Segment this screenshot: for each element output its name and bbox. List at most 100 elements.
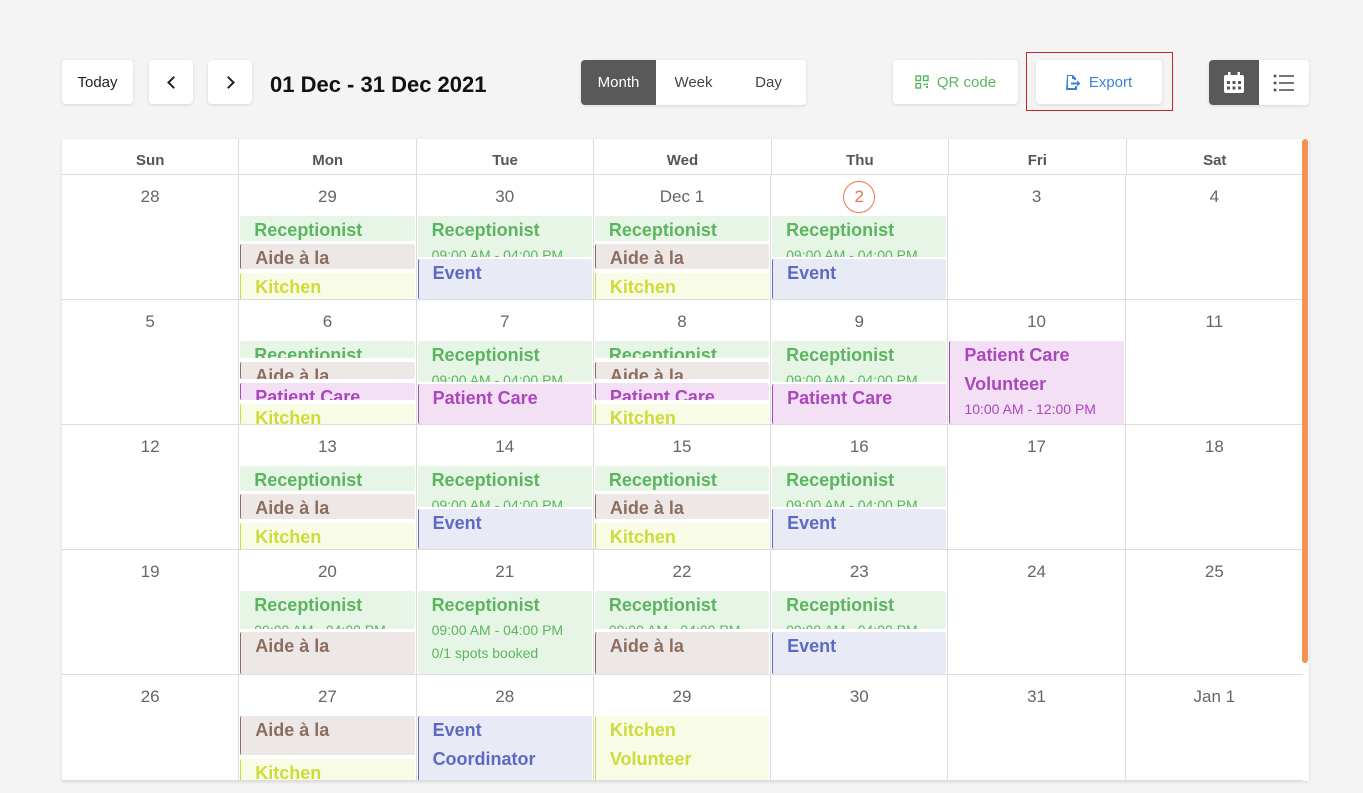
calendar-event[interactable]: Patient Care Volunteer 10:00 AM - 12:00 PM (949, 341, 1124, 424)
day-cell[interactable]: 6 Receptionist Aide à la Patient Care Kitche… (239, 300, 417, 425)
export-button[interactable]: Export (1036, 60, 1162, 104)
day-cell[interactable]: Jan 1 (1125, 675, 1303, 781)
calendar-event[interactable]: Patient Care (594, 383, 770, 400)
day-cell[interactable]: 23 Receptionist 09:00 AM - 04:00 PM Event (771, 550, 949, 675)
calendar-event[interactable]: Aide à la (594, 244, 770, 269)
day-cell[interactable]: 30 (771, 675, 949, 781)
calendar-event[interactable]: Kitchen (240, 523, 415, 549)
day-cell[interactable]: 30 Receptionist 09:00 AM - 04:00 PM Event (416, 175, 594, 300)
qr-code-icon (915, 75, 929, 89)
calendar-event[interactable]: Receptionist (594, 216, 770, 241)
calendar-event[interactable]: Receptionist 09:00 AM - 04:00 PM (417, 341, 592, 382)
calendar-event[interactable]: Event (772, 509, 947, 549)
day-cell[interactable]: 22 Receptionist 09:00 AM - 04:00 PM Aide à … (593, 550, 772, 675)
day-cell[interactable]: 29 Kitchen Volunteer (593, 675, 772, 781)
day-cell[interactable]: 19 (62, 550, 240, 675)
calendar-event[interactable]: Patient Care (240, 383, 415, 400)
calendar-event[interactable]: Receptionist (240, 466, 415, 491)
calendar-event[interactable]: Event (772, 632, 947, 674)
calendar-event[interactable]: Aide à la... (240, 716, 415, 755)
week-view-button[interactable]: Week (656, 60, 731, 105)
event-title-line2: Coordinator (432, 749, 536, 769)
calendar-event[interactable]: Receptionist 09:00 AM - 04:00 PM (240, 591, 415, 629)
day-cell[interactable]: 5 (62, 300, 240, 425)
day-cell[interactable]: 17 (948, 425, 1126, 550)
calendar-event[interactable]: Receptionist 09:00 AM - 04:00 PM (772, 591, 947, 629)
calendar-event[interactable]: Aide à la (240, 362, 415, 379)
day-cell[interactable]: 16 Receptionist 09:00 AM - 04:00 PM Event (771, 425, 949, 550)
calendar-event[interactable]: Receptionist 09:00 AM - 04:00 PM 0/1 spots… (417, 591, 592, 674)
day-cell[interactable]: 28 (62, 175, 240, 300)
day-cell[interactable]: 25 (1125, 550, 1303, 675)
calendar-event[interactable]: Receptionist 09:00 AM - 04:00 PM (417, 466, 592, 507)
qr-code-button[interactable]: QR code (893, 60, 1018, 104)
calendar-event[interactable]: Kitchen (240, 273, 415, 299)
day-view-button[interactable]: Day (731, 60, 806, 105)
day-cell[interactable]: 20 Receptionist 09:00 AM - 04:00 PM Aide à … (239, 550, 417, 675)
calendar-event[interactable]: Receptionist 09:00 AM - 04:00 PM (772, 341, 947, 382)
day-cell[interactable]: 13 Receptionist Aide à la Kitchen (239, 425, 417, 550)
calendar-event[interactable]: Aide à la (240, 494, 415, 519)
day-cell[interactable]: 14 Receptionist 09:00 AM - 04:00 PM Event (416, 425, 594, 550)
day-cell[interactable]: 7 Receptionist 09:00 AM - 04:00 PM Patient … (416, 300, 594, 425)
month-view-button[interactable]: Month (581, 60, 656, 105)
day-cell[interactable]: 21 Receptionist 09:00 AM - 04:00 PM 0/1 spo… (416, 550, 594, 675)
calendar-event[interactable]: Receptionist (594, 466, 770, 491)
day-cell[interactable]: Dec 1 Receptionist Aide à la Kitchen (593, 175, 772, 300)
calendar-event[interactable]: Event (417, 509, 592, 549)
day-number: 22 (595, 562, 769, 582)
day-cell[interactable]: 11 (1125, 300, 1303, 425)
day-cell[interactable]: 8 Receptionist Aide à la Patient Care Kitche… (593, 300, 772, 425)
event-list (1127, 716, 1302, 780)
day-cell[interactable]: 2 Receptionist 09:00 AM - 04:00 PM Event (771, 175, 949, 300)
day-cell[interactable]: 18 (1125, 425, 1303, 550)
day-cell[interactable]: 29 Receptionist Aide à la Kitchen (239, 175, 417, 300)
day-cell[interactable]: 24 (948, 550, 1126, 675)
calendar-event[interactable]: Receptionist (240, 216, 415, 241)
calendar-event[interactable]: Event (417, 259, 592, 299)
calendar-event[interactable]: Kitchen (240, 759, 415, 780)
day-number: 21 (418, 562, 592, 582)
calendar-event[interactable]: Receptionist 09:00 AM - 04:00 PM (772, 466, 947, 507)
calendar-event[interactable]: Event (772, 259, 947, 299)
calendar-event[interactable]: Aide à la (594, 362, 770, 379)
event-list (63, 466, 237, 549)
calendar-event[interactable]: Patient Care (772, 384, 947, 424)
today-button[interactable]: Today (62, 60, 133, 104)
day-cell[interactable]: 3 (948, 175, 1126, 300)
day-cell[interactable]: 28 Event Coordinator (416, 675, 594, 781)
day-cell[interactable]: 27 Aide à la... Kitchen (239, 675, 417, 781)
calendar-event[interactable]: Kitchen Volunteer (594, 716, 770, 780)
calendar-event[interactable]: Event Coordinator (417, 716, 592, 780)
calendar-event[interactable]: Receptionist (240, 341, 415, 358)
calendar-event[interactable]: Receptionist 09:00 AM - 04:00 PM (772, 216, 947, 257)
day-cell[interactable]: 12 (62, 425, 240, 550)
calendar-event[interactable]: Receptionist (594, 341, 770, 358)
calendar-event[interactable]: Receptionist 09:00 AM - 04:00 PM (417, 216, 592, 257)
day-cell[interactable]: 10 Patient Care Volunteer 10:00 AM - 12:00 … (948, 300, 1126, 425)
calendar-view-button[interactable] (1209, 60, 1259, 105)
day-cell[interactable]: 4 (1125, 175, 1303, 300)
calendar-event[interactable]: Patient Care (417, 384, 592, 424)
day-number: 4 (1127, 187, 1302, 207)
calendar-event[interactable]: Receptionist 09:00 AM - 04:00 PM (594, 591, 770, 629)
calendar-event[interactable]: Kitchen (594, 404, 770, 424)
previous-month-button[interactable] (149, 60, 193, 104)
day-number: 23 (772, 562, 946, 582)
day-cell[interactable]: 15 Receptionist Aide à la Kitchen (593, 425, 772, 550)
calendar-event[interactable]: Aide à la (594, 632, 770, 674)
event-list: Receptionist 09:00 AM - 04:00 PM Event (417, 466, 592, 549)
calendar-event[interactable]: Aide à la (240, 244, 415, 269)
calendar-event[interactable]: Kitchen (594, 273, 770, 299)
calendar-event[interactable]: Aide à la (594, 494, 770, 519)
next-month-button[interactable] (208, 60, 252, 104)
day-cell[interactable]: 9 Receptionist 09:00 AM - 04:00 PM Patient … (771, 300, 949, 425)
day-cell[interactable]: 31 (948, 675, 1126, 781)
day-cell[interactable]: 26 (62, 675, 240, 781)
calendar-event[interactable]: Aide à la (240, 632, 415, 674)
event-time: 09:00 AM - 04:00 PM (431, 372, 564, 382)
calendar-event[interactable]: Kitchen (240, 404, 415, 424)
list-view-button[interactable] (1259, 60, 1309, 105)
vertical-scrollbar[interactable] (1302, 139, 1308, 663)
calendar-event[interactable]: Kitchen (594, 523, 770, 549)
